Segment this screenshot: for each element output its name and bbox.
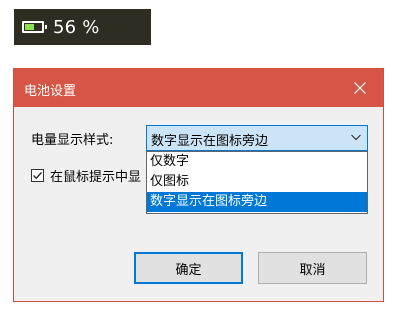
battery-icon [22,21,47,33]
display-style-label: 电量显示样式: [31,133,114,148]
battery-level-fill [25,24,34,30]
checkmark-icon [33,172,42,180]
display-style-dropdown-list: 仅数字 仅图标 数字显示在图标旁边 [146,151,368,214]
display-style-select[interactable]: 数字显示在图标旁边 [146,125,368,151]
tooltip-checkbox[interactable] [31,169,44,182]
ok-button[interactable]: 确定 [134,252,243,284]
dropdown-option-icon-only[interactable]: 仅图标 [147,172,367,192]
dropdown-option-number-beside-icon[interactable]: 数字显示在图标旁边 [147,192,367,212]
battery-settings-dialog: 电池设置 电量显示样式: 数字显示在图标旁边 在鼠标提示中显 仅数字 仅图标 数… [13,68,384,302]
dropdown-option-number-only[interactable]: 仅数字 [147,152,367,172]
display-style-select-value: 数字显示在图标旁边 [151,134,269,149]
tooltip-checkbox-label: 在鼠标提示中显 [50,170,142,185]
tooltip-checkbox-row[interactable]: 在鼠标提示中显 [31,166,141,185]
close-icon [354,82,366,94]
screen: 56 % 电池设置 电量显示样式: 数字显示在图标旁边 在鼠标提示中显 仅数字 … [0,0,394,312]
dialog-title: 电池设置 [24,84,77,99]
chevron-down-icon [351,134,361,141]
cancel-button[interactable]: 取消 [258,252,367,284]
battery-indicator[interactable]: 56 % [14,9,151,45]
dialog-titlebar[interactable]: 电池设置 [14,69,383,107]
battery-percent-text: 56 % [53,16,100,38]
close-button[interactable] [337,69,383,107]
